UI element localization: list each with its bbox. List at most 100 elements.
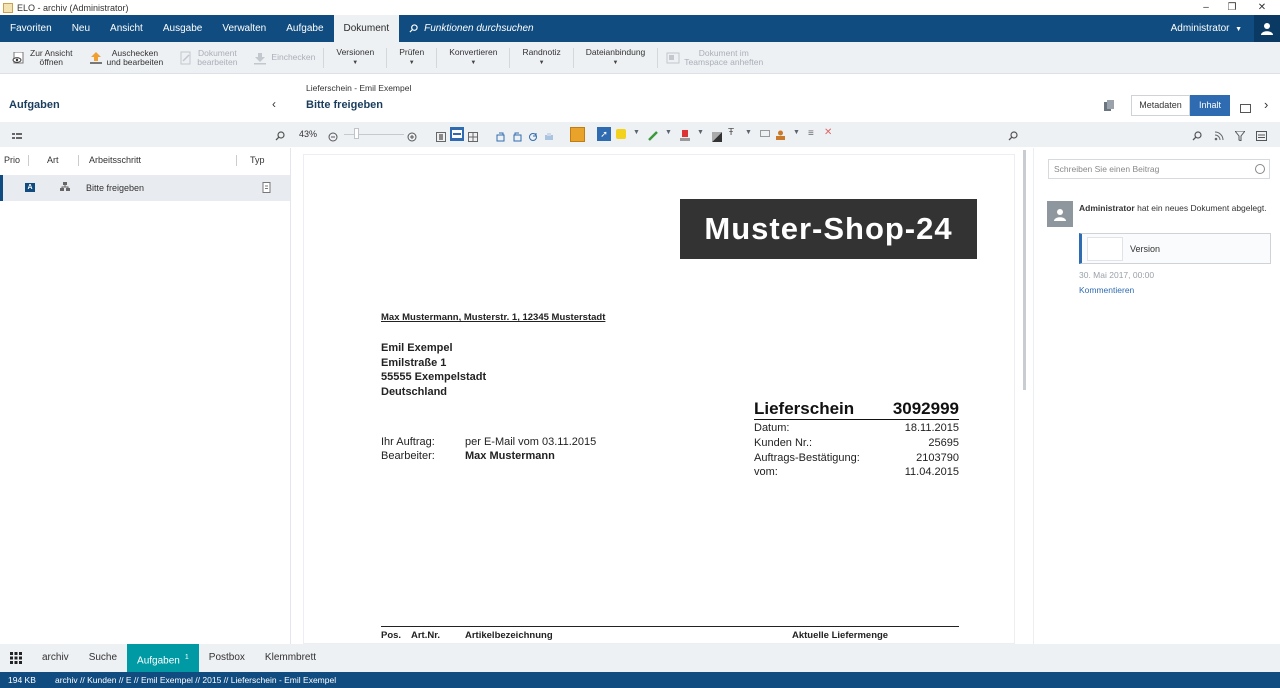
chevron-down-icon: ▼ xyxy=(470,59,477,66)
chevron-down-icon[interactable]: ▼ xyxy=(697,129,704,136)
delete-annotation-icon[interactable]: ✕ xyxy=(824,127,832,138)
document-stack-icon[interactable] xyxy=(1103,99,1115,117)
zoom-slider-handle[interactable] xyxy=(354,128,359,139)
col-art[interactable]: Art xyxy=(47,155,59,165)
fit-width-icon[interactable] xyxy=(450,127,464,141)
tab-verwalten[interactable]: Verwalten xyxy=(212,15,276,42)
chevron-down-icon: ▼ xyxy=(408,59,415,66)
search-icon[interactable] xyxy=(1008,128,1018,146)
versions-dropdown[interactable]: Versionen ▼ xyxy=(324,42,386,74)
search-icon[interactable] xyxy=(1192,128,1202,146)
checkout-label-2: und bearbeiten xyxy=(106,56,164,67)
checkout-edit-button[interactable]: Auschecken und bearbeiten xyxy=(81,42,172,74)
zoom-slider-track[interactable] xyxy=(344,134,404,135)
document-scrollbar[interactable] xyxy=(1023,150,1026,390)
feed-user[interactable]: Administrator xyxy=(1079,203,1135,213)
search-icon[interactable] xyxy=(275,128,285,146)
highlighter-icon[interactable] xyxy=(616,129,626,139)
col-typ[interactable]: Typ xyxy=(250,155,265,165)
zoom-in-icon[interactable] xyxy=(407,129,417,147)
chevron-right-icon[interactable]: › xyxy=(1264,97,1268,112)
app-icon xyxy=(3,2,13,13)
minimize-button[interactable]: – xyxy=(1192,0,1220,15)
document-title: Bitte freigeben xyxy=(306,99,384,111)
app-grid-icon[interactable] xyxy=(0,644,32,672)
chevron-down-icon[interactable]: ▼ xyxy=(793,129,800,136)
rotate-right-icon[interactable] xyxy=(512,129,522,147)
tab-aufgabe[interactable]: Aufgabe xyxy=(276,15,333,42)
pen-icon[interactable] xyxy=(648,128,659,146)
version-card[interactable]: Version xyxy=(1079,233,1271,264)
tab-favoriten[interactable]: Favoriten xyxy=(0,15,62,42)
user-avatar-button[interactable] xyxy=(1254,15,1280,42)
col-pos: Pos. xyxy=(381,630,402,641)
filter-lines-icon[interactable]: ≡ xyxy=(808,128,814,139)
chevron-down-icon[interactable]: ▼ xyxy=(633,129,640,136)
tab-ausgabe[interactable]: Ausgabe xyxy=(153,15,212,42)
convert-dropdown[interactable]: Konvertieren ▼ xyxy=(437,42,509,74)
edit-document-button[interactable]: Dokument bearbeiten xyxy=(171,42,245,74)
file-link-dropdown[interactable]: Dateianbindung ▼ xyxy=(574,42,658,74)
document-viewer[interactable]: Muster-Shop-24 Max Mustermann, Musterstr… xyxy=(303,154,1015,644)
workflow-icon xyxy=(60,182,70,194)
zoom-out-icon[interactable] xyxy=(328,129,338,147)
fullsize-icon[interactable] xyxy=(468,129,478,147)
refresh-icon[interactable] xyxy=(528,129,538,147)
maximize-button[interactable]: ❐ xyxy=(1218,0,1246,15)
chevron-down-icon[interactable]: ▼ xyxy=(745,129,752,136)
text-tool-icon[interactable]: Ŧ xyxy=(728,127,734,138)
list-view-icon[interactable] xyxy=(1256,128,1267,146)
tab-aufgaben[interactable]: Aufgaben 1 xyxy=(127,644,199,672)
print-icon[interactable] xyxy=(544,129,554,147)
cursor-icon[interactable]: ➚ xyxy=(597,127,611,141)
textbox-icon[interactable] xyxy=(760,130,770,137)
send-icon[interactable] xyxy=(1255,164,1265,174)
document-toolbar: Zur Ansicht öffnen Auschecken und bearbeit… xyxy=(0,42,1280,74)
tab-ansicht[interactable]: Ansicht xyxy=(100,15,153,42)
tab-klemmbrett[interactable]: Klemmbrett xyxy=(255,644,326,672)
rss-icon[interactable] xyxy=(1214,128,1224,146)
tab-postbox[interactable]: Postbox xyxy=(199,644,255,672)
checkin-button[interactable]: Einchecken xyxy=(245,42,323,74)
check-dropdown[interactable]: Prüfen ▼ xyxy=(387,42,436,74)
comment-link[interactable]: Kommentieren xyxy=(1079,285,1134,295)
info-label: vom: xyxy=(754,466,778,479)
tab-inhalt[interactable]: Inhalt xyxy=(1190,95,1230,116)
zoom-level: 43% xyxy=(299,129,318,139)
col-prio[interactable]: Prio xyxy=(4,155,20,165)
tab-metadaten[interactable]: Metadaten xyxy=(1131,95,1190,116)
stamp-icon[interactable] xyxy=(680,128,690,146)
tab-suche[interactable]: Suche xyxy=(79,644,127,672)
user-menu[interactable]: Administrator ▼ xyxy=(1171,15,1242,43)
open-view-label-2: öffnen xyxy=(39,56,63,67)
list-settings-icon[interactable] xyxy=(12,129,22,147)
stamp-tool-icon[interactable] xyxy=(775,128,786,146)
tab-neu[interactable]: Neu xyxy=(62,15,100,42)
table-rule xyxy=(381,626,959,627)
filter-icon[interactable] xyxy=(1233,128,1247,146)
function-search[interactable]: Funktionen durchsuchen xyxy=(399,23,534,34)
collapse-panel-icon[interactable]: ‹ xyxy=(272,97,276,111)
close-button[interactable]: ✕ xyxy=(1248,0,1276,15)
edit-document-label-2: bearbeiten xyxy=(197,56,238,67)
pin-teamspace-button[interactable]: Dokument im Teamspace anheften xyxy=(658,42,771,74)
col-arbeitsschritt[interactable]: Arbeitsschritt xyxy=(89,155,141,165)
panel-splitter[interactable] xyxy=(290,148,291,644)
rotate-left-icon[interactable] xyxy=(496,129,506,147)
tab-dokument[interactable]: Dokument xyxy=(333,15,400,42)
sticky-note-icon[interactable] xyxy=(570,127,585,142)
fit-page-icon[interactable] xyxy=(436,129,446,147)
redact-icon[interactable] xyxy=(712,129,722,147)
tab-archiv[interactable]: archiv xyxy=(32,644,79,672)
order-info: Ihr Auftrag: per E-Mail vom 03.11.2015 Be… xyxy=(381,435,596,463)
file-link-label: Dateianbindung xyxy=(585,46,646,57)
task-row[interactable]: A Bitte freigeben xyxy=(0,175,290,201)
version-label: Version xyxy=(1130,244,1161,254)
margin-note-dropdown[interactable]: Randnotiz ▼ xyxy=(510,42,572,74)
open-view-button[interactable]: Zur Ansicht öffnen xyxy=(0,42,81,74)
auftrag-label: Ihr Auftrag: xyxy=(381,436,435,448)
panel-layout-icon[interactable] xyxy=(1240,100,1251,118)
chevron-down-icon[interactable]: ▼ xyxy=(665,129,672,136)
info-value: 2103790 xyxy=(916,451,959,464)
post-input[interactable]: Schreiben Sie einen Beitrag xyxy=(1048,159,1270,179)
